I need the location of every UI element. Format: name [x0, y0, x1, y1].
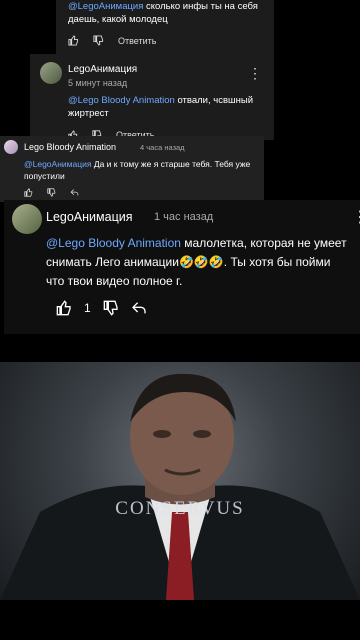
comment-card-3: Lego Bloody Animation 4 часа назад @Lego…: [0, 136, 264, 202]
thumbs-down-icon[interactable]: [93, 35, 104, 46]
comment-4-mention[interactable]: @Lego Bloody Animation: [46, 236, 181, 250]
comment-4-body: @Lego Bloody Animation малолетка, котора…: [46, 234, 352, 291]
comment-3-time: 4 часа назад: [140, 143, 185, 152]
comment-3-actions: [24, 188, 79, 197]
comment-4-time: 1 час назад: [154, 211, 214, 223]
comment-card-1: @LegoАнимация сколько инфы ты на себя да…: [56, 0, 274, 54]
thumbs-down-icon[interactable]: [47, 188, 56, 197]
thumbs-up-icon[interactable]: [56, 300, 72, 316]
reply-icon[interactable]: [70, 188, 79, 197]
more-options-icon[interactable]: ⋮: [352, 210, 360, 226]
comment-1-mention[interactable]: @LegoАнимация: [68, 1, 143, 12]
avatar[interactable]: [4, 140, 18, 154]
thumbs-up-icon[interactable]: [68, 35, 79, 46]
comment-3-body: @LegoАнимация Да и к тому же я старше те…: [24, 158, 256, 182]
thumbs-down-icon[interactable]: [103, 300, 119, 316]
comment-1-actions: Ответить: [68, 35, 156, 46]
avatar[interactable]: [40, 62, 62, 84]
video-watermark: CONSERVUS: [115, 498, 245, 519]
comment-4-author[interactable]: LegoАнимация: [46, 210, 133, 224]
speaker-figure: [0, 373, 360, 600]
comment-2-body: @Lego Bloody Animation отвали, чсвшный ж…: [68, 94, 268, 120]
avatar[interactable]: [12, 204, 42, 234]
comment-2-author[interactable]: LegoАнимация: [68, 64, 137, 75]
reply-icon[interactable]: [131, 300, 147, 316]
comment-4-actions: 1: [56, 300, 147, 316]
comment-card-4: LegoАнимация 1 час назад ⋮ @Lego Bloody …: [4, 200, 360, 334]
comment-3-mention[interactable]: @LegoАнимация: [24, 159, 91, 169]
comment-2-mention[interactable]: @Lego Bloody Animation: [68, 95, 175, 106]
video-frame[interactable]: CONSERVUS: [0, 362, 360, 600]
comment-1-body: @LegoАнимация сколько инфы ты на себя да…: [68, 0, 268, 26]
comment-3-author[interactable]: Lego Bloody Animation: [24, 142, 116, 152]
more-options-icon[interactable]: ⋮: [248, 66, 262, 80]
like-count: 1: [84, 301, 91, 315]
comment-card-2: LegoАнимация 5 минут назад ⋮ @Lego Blood…: [30, 54, 274, 140]
comment-2-time: 5 минут назад: [68, 78, 128, 88]
thumbs-up-icon[interactable]: [24, 188, 33, 197]
comment-1-reply-button[interactable]: Ответить: [118, 36, 156, 46]
